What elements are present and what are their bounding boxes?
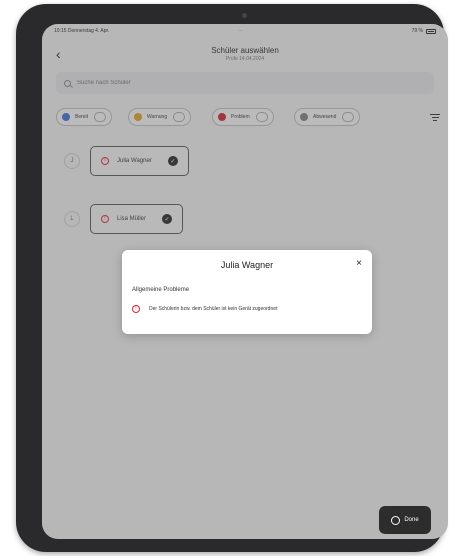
dialog-title: Julia Wagner bbox=[220, 260, 274, 270]
dialog-section-heading: Allgemeine Probleme bbox=[132, 287, 190, 293]
ipad-frame: 10:15 Donnerstag 4. Apr. ··· 79 % ‹ Schü… bbox=[16, 4, 448, 552]
issue-item: ! Der Schülerin bzw. dem Schüler ist kei… bbox=[132, 305, 277, 313]
done-label: Done bbox=[404, 517, 419, 523]
warning-icon: ! bbox=[132, 305, 140, 313]
camera-dot bbox=[242, 13, 247, 18]
student-issue-dialog: Julia Wagner × Allgemeine Probleme ! Der… bbox=[122, 250, 372, 334]
done-button[interactable]: Done bbox=[379, 506, 431, 534]
issue-text: Der Schülerin bzw. dem Schüler ist kein … bbox=[149, 306, 278, 312]
done-icon bbox=[391, 515, 401, 525]
close-icon[interactable]: × bbox=[356, 258, 362, 269]
app-screen: 10:15 Donnerstag 4. Apr. ··· 79 % ‹ Schü… bbox=[42, 24, 448, 539]
